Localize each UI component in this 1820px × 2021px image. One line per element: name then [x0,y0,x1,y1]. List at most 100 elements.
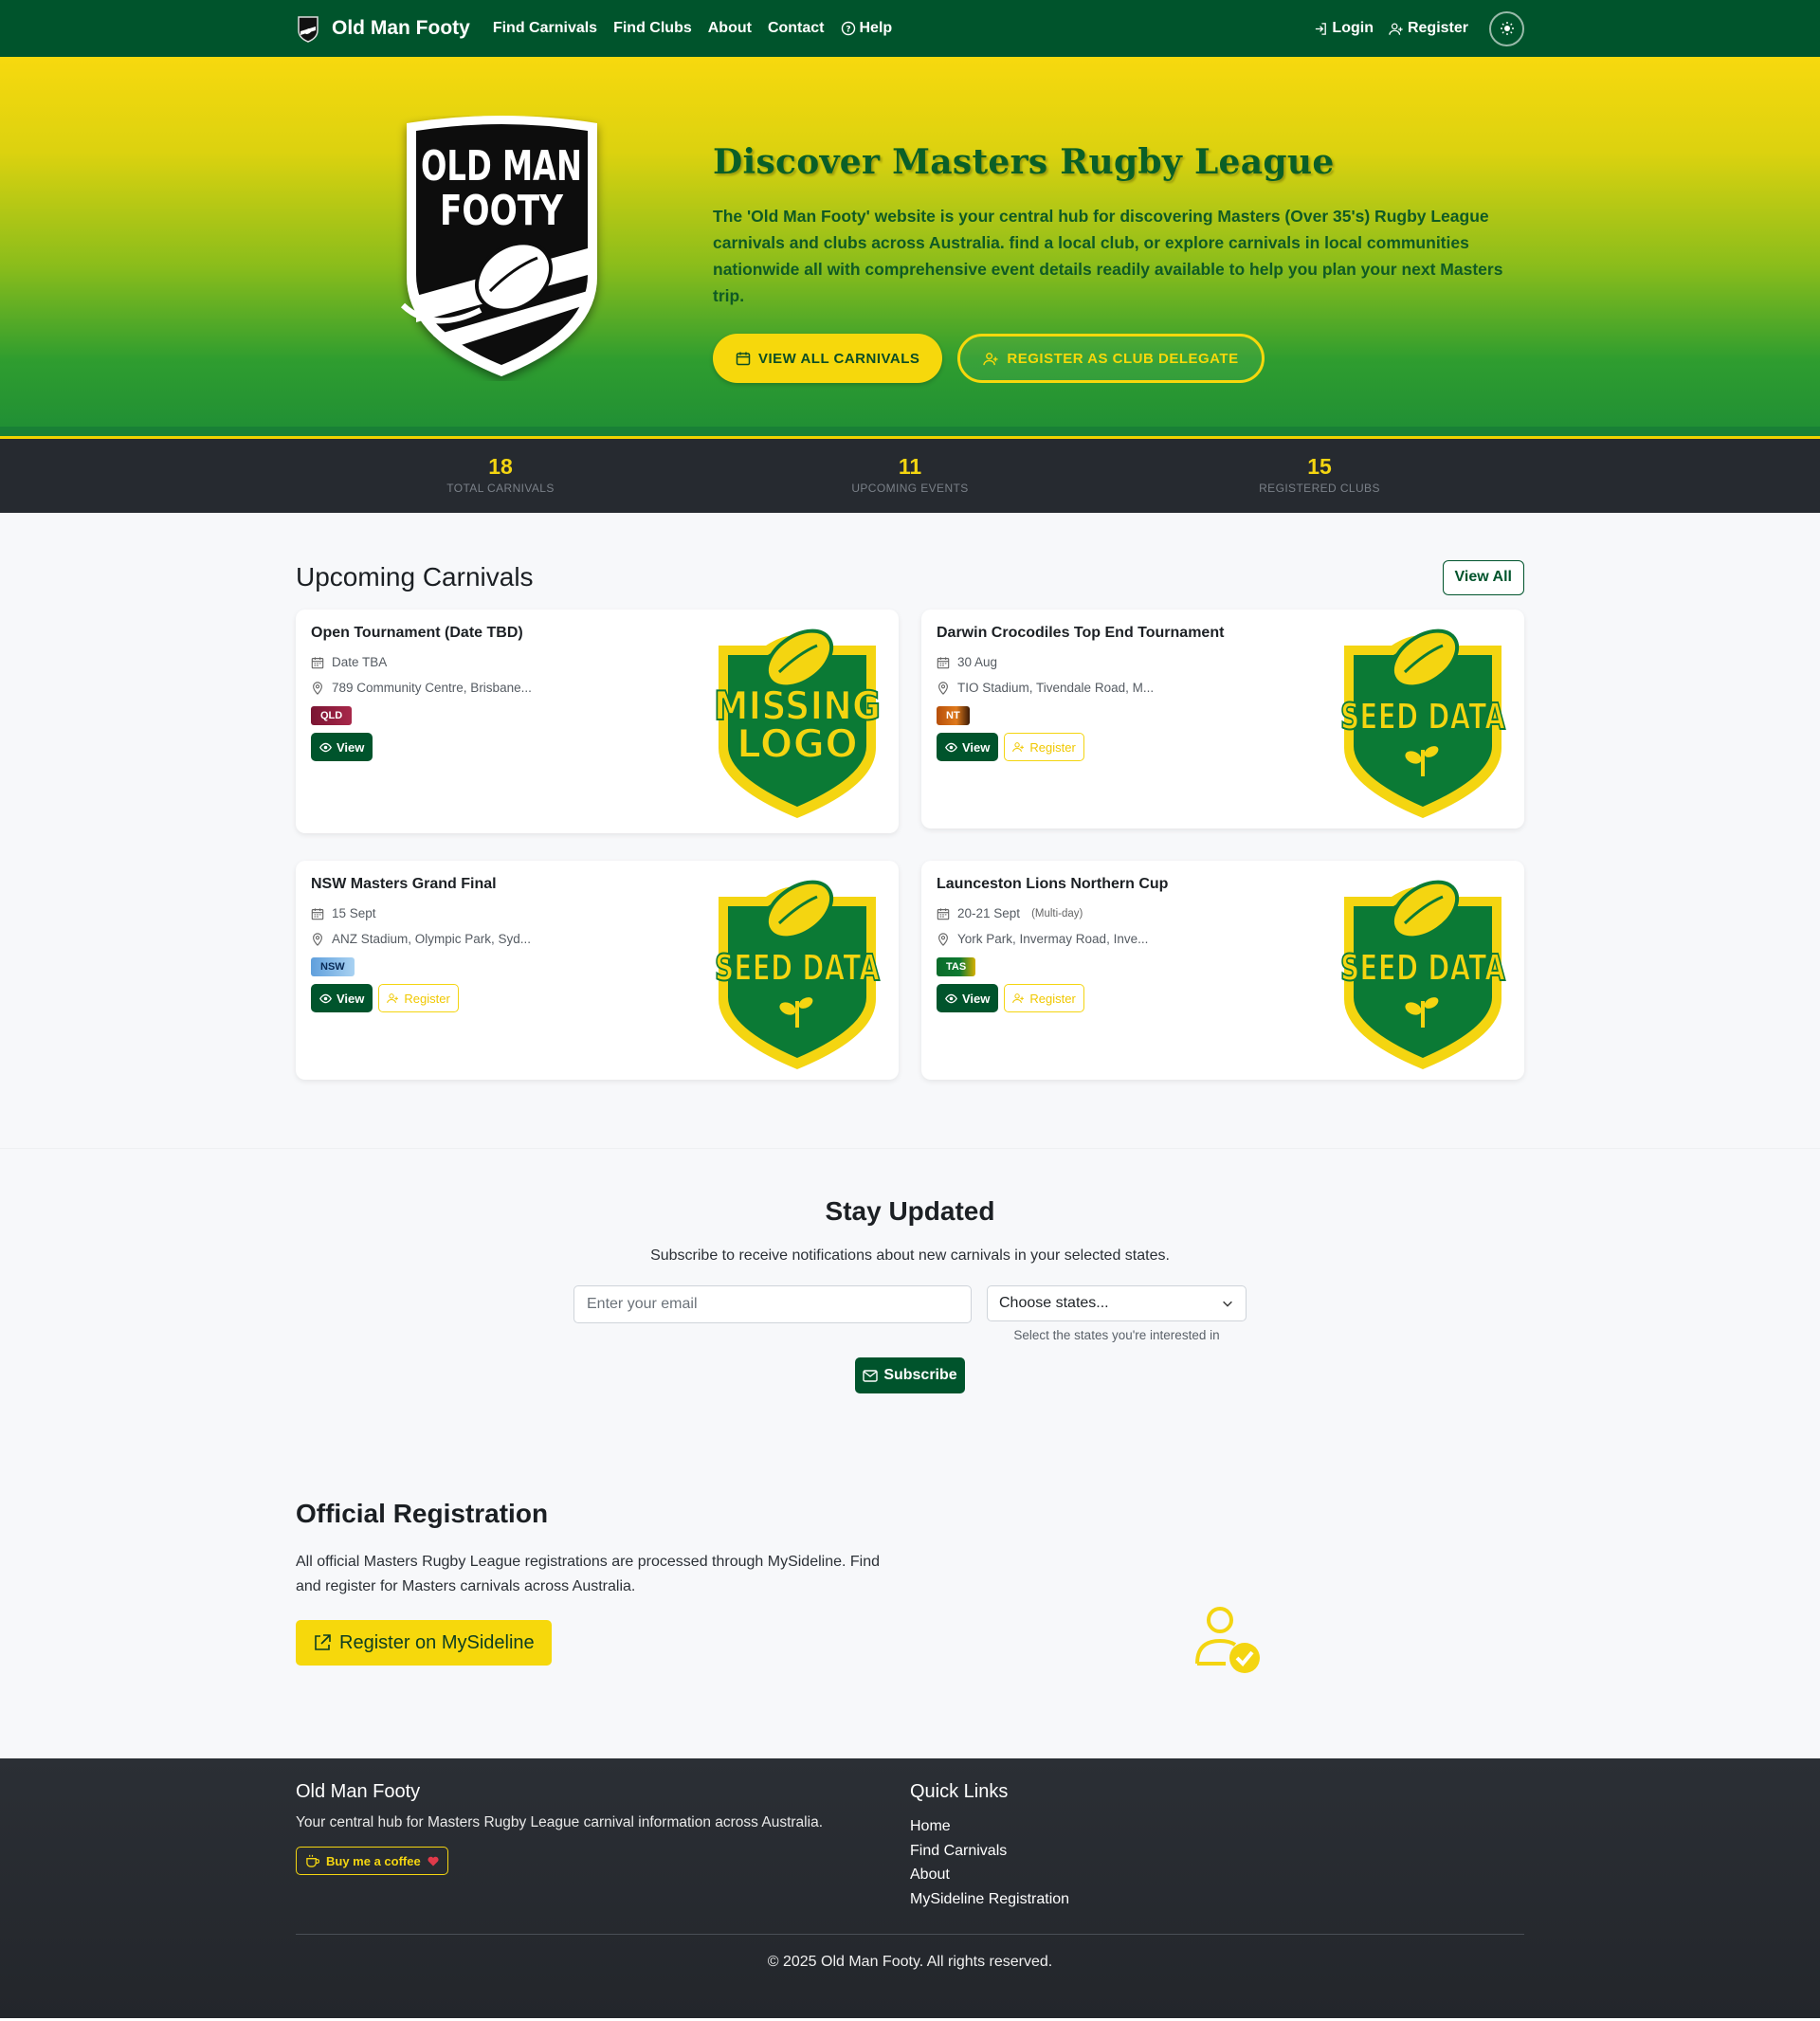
nav-help[interactable]: ? Help [841,20,892,37]
nav-find-carnivals[interactable]: Find Carnivals [493,20,597,37]
brand-link[interactable]: Old Man Footy [296,14,470,43]
state-badge: NT [937,706,970,725]
stat-total-carnivals: 18 TOTAL CARNIVALS [296,439,705,513]
login-icon [1316,22,1327,35]
stat-value: 18 [488,454,513,479]
register-carnival-button[interactable]: Register [1004,984,1084,1012]
map-pin-icon [313,681,322,695]
seed-data-text: SEED DATA [715,947,880,989]
buy-me-a-coffee-button[interactable]: Buy me a coffee [296,1847,448,1875]
hero-logo-line2: FOOTY [440,187,564,235]
register-link[interactable]: Register [1389,20,1468,37]
brand-name: Old Man Footy [332,17,470,39]
stat-label: UPCOMING EVENTS [851,482,969,495]
help-circle-icon: ? [841,21,855,36]
official-registration-title: Official Registration [296,1499,549,1528]
carnival-date-text: 15 Sept [332,906,376,920]
carnival-card: Darwin Crocodiles Top End Tournament 30 … [921,610,1524,828]
calendar-icon [937,907,950,919]
map-pin-icon [313,932,322,946]
stat-registered-clubs: 15 REGISTERED CLUBS [1115,439,1524,513]
hero-title: Discover Masters Rugby League [713,142,1335,182]
upcoming-carnivals-section: Upcoming Carnivals View All Open Tournam… [0,513,1820,1148]
carnival-date-text: 20-21 Sept [957,906,1021,920]
person-add-icon [1012,742,1025,753]
external-link-icon [315,1634,331,1650]
view-carnival-button[interactable]: View [311,984,373,1012]
stats-bar: 18 TOTAL CARNIVALS 11 UPCOMING EVENTS 15… [0,436,1820,513]
hero-section: OLD MAN FOOTY Discover Masters Rugby Lea… [0,57,1820,436]
register-carnival-button[interactable]: Register [378,984,459,1012]
map-pin-icon [938,681,948,695]
subscribe-section: Stay Updated Subscribe to receive notifi… [0,1148,1820,1451]
svg-text:?: ? [846,26,850,35]
register-club-delegate-button[interactable]: REGISTER AS CLUB DELEGATE [957,334,1265,383]
eye-icon [945,993,957,1003]
register-on-mysideline-button[interactable]: Register on MySideline [296,1620,552,1666]
login-link[interactable]: Login [1314,20,1374,37]
state-badge: TAS [937,957,976,976]
footer-link-home[interactable]: Home [910,1814,1524,1839]
view-label: View [337,739,365,755]
brand-logo-icon [298,16,318,43]
person-add-icon [1012,993,1025,1004]
footer-divider [296,1934,1524,1935]
subscribe-label: Subscribe [883,1367,957,1383]
quick-links-title: Quick Links [910,1781,1009,1802]
nav-about[interactable]: About [708,20,752,37]
register-carnival-button[interactable]: Register [1004,733,1084,761]
view-carnival-button[interactable]: View [311,733,373,761]
calendar-icon [311,656,324,668]
email-input[interactable] [573,1285,972,1323]
official-registration-text: All official Masters Rugby League regist… [296,1554,881,1594]
carnival-location-text: ANZ Stadium, Olympic Park, Syd... [332,932,532,946]
view-all-button[interactable]: View All [1442,559,1524,595]
subscribe-description: Subscribe to receive notifications about… [650,1247,1170,1264]
stay-updated-title: Stay Updated [825,1196,995,1226]
subscribe-button[interactable]: Subscribe [855,1357,965,1393]
theme-toggle-button[interactable] [1489,10,1524,46]
carnival-date-text: 30 Aug [957,655,998,669]
carnival-date-text: Date TBA [332,655,388,669]
footer-brand-title: Old Man Footy [296,1781,421,1802]
footer-link-about[interactable]: About [910,1863,1524,1887]
view-label: View [962,991,991,1006]
upcoming-carnivals-title: Upcoming Carnivals [296,562,534,592]
calendar-icon [937,656,950,668]
envelope-icon [863,1369,879,1382]
register-label: Register [404,991,450,1006]
state-select-value: Choose states... [999,1295,1109,1311]
state-badge: QLD [311,706,353,725]
view-carnival-button[interactable]: View [937,733,999,761]
carnival-location-text: 789 Community Centre, Brisbane... [332,681,532,695]
missing-logo-line2: LOGO [737,720,858,767]
footer-description: Your central hub for Masters Rugby Leagu… [296,1814,823,1830]
carnival-card: NSW Masters Grand Final 15 Sept ANZ Stad… [296,861,899,1080]
heart-icon [428,1856,439,1866]
map-pin-icon [938,932,948,946]
state-select[interactable]: Choose states... [987,1285,1247,1321]
eye-icon [319,993,332,1003]
navbar: Old Man Footy Find Carnivals Find Clubs … [0,0,1820,57]
view-all-carnivals-button[interactable]: VIEW ALL CARNIVALS [713,334,943,383]
footer-link-find-carnivals[interactable]: Find Carnivals [910,1839,1524,1864]
view-carnival-button[interactable]: View [937,984,999,1012]
eye-icon [945,742,957,752]
nav-contact[interactable]: Contact [768,20,825,37]
seed-data-text: SEED DATA [1340,947,1505,989]
hero-bottom-strip [0,427,1820,436]
person-check-icon [1195,1607,1260,1673]
carnival-card: Launceston Lions Northern Cup 20-21 Sept… [921,861,1524,1080]
calendar-icon [311,907,324,919]
stat-value: 11 [898,454,922,479]
register-on-mysideline-label: Register on MySideline [339,1631,535,1653]
copyright: © 2025 Old Man Footy. All rights reserve… [767,1954,1053,1970]
footer-link-mysideline[interactable]: MySideline Registration [910,1887,1524,1912]
seed-data-text: SEED DATA [1340,696,1505,737]
nav-find-clubs[interactable]: Find Clubs [613,20,692,37]
seed-data-shield-logo: SEED DATA [1339,880,1506,1069]
register-club-delegate-label: REGISTER AS CLUB DELEGATE [1007,350,1239,367]
carnival-location-text: York Park, Invermay Road, Inve... [957,932,1149,946]
old-man-footy-shield-logo: OLD MAN FOOTY [400,116,597,376]
seed-data-shield-logo: SEED DATA [714,880,881,1069]
